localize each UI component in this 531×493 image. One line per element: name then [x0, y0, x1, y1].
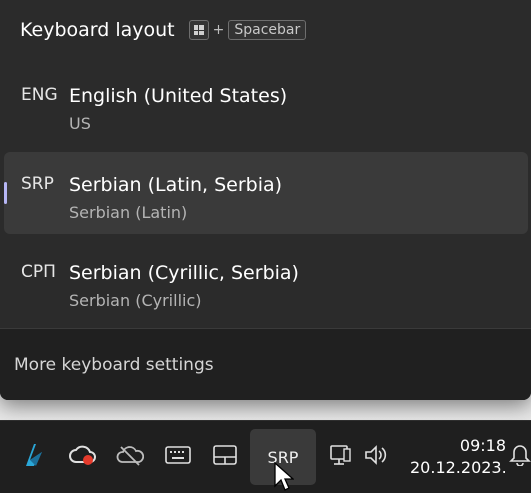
language-layout: Serbian (Cyrillic)	[69, 291, 202, 310]
language-code: ENG	[21, 85, 58, 105]
flyout-title: Keyboard layout	[20, 19, 175, 41]
language-layout: Serbian (Latin)	[69, 203, 188, 222]
language-code: SRP	[21, 174, 54, 194]
notifications-icon[interactable]	[508, 435, 531, 475]
shortcut-plus: +	[212, 22, 225, 38]
network-icon[interactable]	[320, 435, 360, 475]
touch-keyboard-icon[interactable]	[158, 435, 198, 475]
language-layout: US	[69, 114, 91, 133]
app-logo-icon[interactable]	[14, 435, 54, 475]
spacebar-key: Spacebar	[228, 20, 307, 40]
creative-cloud-icon[interactable]	[62, 435, 102, 475]
clock[interactable]: 09:18 20.12.2023.	[410, 435, 507, 479]
language-item-srp-latin[interactable]: SRP Serbian (Latin, Serbia) Serbian (Lat…	[4, 152, 528, 234]
selected-indicator	[4, 182, 7, 204]
language-name: English (United States)	[69, 85, 288, 107]
more-keyboard-settings-link[interactable]: More keyboard settings	[14, 355, 214, 375]
onedrive-icon[interactable]	[110, 435, 150, 475]
volume-icon[interactable]	[356, 435, 396, 475]
language-name: Serbian (Latin, Serbia)	[69, 174, 283, 196]
language-item-eng[interactable]: ENG English (United States) US	[4, 70, 528, 152]
language-name: Serbian (Cyrillic, Serbia)	[69, 262, 299, 284]
mouse-cursor-icon	[274, 462, 294, 491]
windows-key-icon	[188, 20, 209, 40]
language-item-srp-cyrillic[interactable]: СРП Serbian (Cyrillic, Serbia) Serbian (…	[4, 245, 528, 327]
keyboard-layout-flyout: Keyboard layout + Spacebar ENG English (…	[0, 0, 531, 400]
clock-date: 20.12.2023.	[410, 458, 507, 477]
language-code: СРП	[21, 262, 56, 282]
tablet-mode-icon[interactable]	[205, 435, 245, 475]
flyout-footer: More keyboard settings	[0, 328, 531, 400]
clock-time: 09:18	[459, 436, 506, 455]
shortcut-hint: + Spacebar	[188, 20, 307, 40]
flyout-header: Keyboard layout + Spacebar	[20, 17, 307, 43]
taskbar: SRP 09:18 20.12.2023.	[0, 420, 531, 493]
